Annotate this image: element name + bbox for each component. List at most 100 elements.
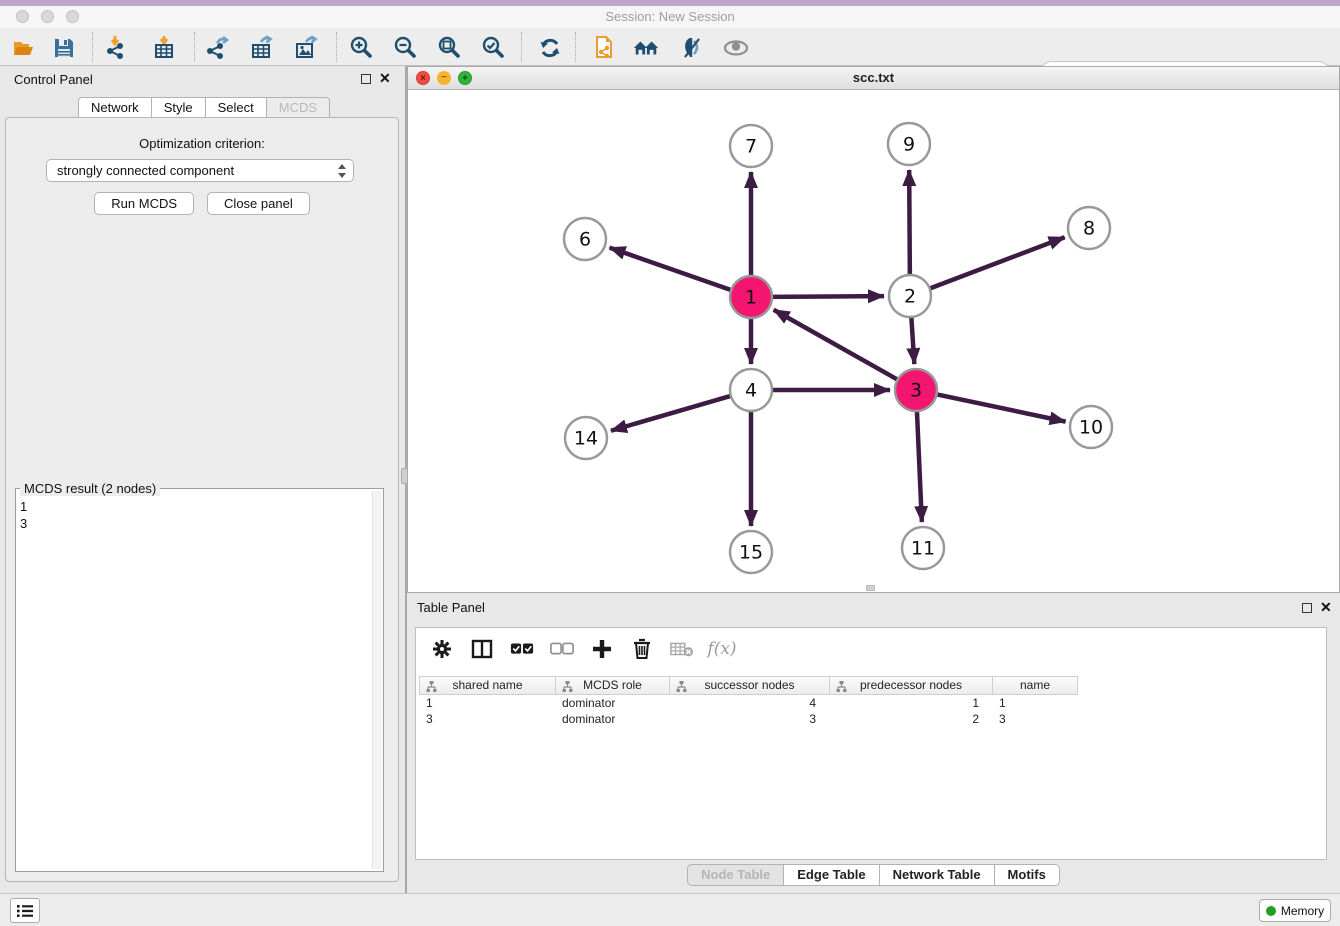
cell-name[interactable]: 3 [993, 711, 1078, 727]
close-panel-icon[interactable]: ✕ [379, 70, 391, 87]
column-header-successor-nodes[interactable]: successor nodes [670, 676, 830, 695]
task-history-button[interactable] [10, 898, 40, 923]
criterion-value: strongly connected component [57, 163, 234, 178]
zoom-fit-icon[interactable] [436, 34, 464, 62]
graph-node-10[interactable]: 10 [1070, 406, 1112, 448]
tab-style[interactable]: Style [151, 97, 205, 118]
column-view-icon[interactable] [470, 637, 494, 661]
open-session-icon[interactable] [10, 34, 38, 62]
graph-node-14[interactable]: 14 [565, 417, 607, 459]
eye-icon[interactable] [722, 34, 750, 62]
deselect-all-icon[interactable] [550, 637, 574, 661]
home-icon[interactable] [632, 34, 660, 62]
main-toolbar [0, 28, 1340, 66]
graph-node-2[interactable]: 2 [889, 275, 931, 317]
tab-motifs[interactable]: Motifs [994, 864, 1060, 886]
tab-edge-table[interactable]: Edge Table [783, 864, 878, 886]
column-header-shared-name[interactable]: shared name [419, 676, 556, 695]
add-icon[interactable] [590, 637, 614, 661]
hierarchy-icon [676, 681, 687, 692]
close-table-panel-icon[interactable]: ✕ [1320, 599, 1332, 616]
delete-icon[interactable] [630, 637, 654, 661]
graph-edge-3-11[interactable] [917, 409, 922, 522]
graph-node-7[interactable]: 7 [730, 125, 772, 167]
float-panel-icon[interactable] [361, 74, 371, 84]
close-panel-button[interactable]: Close panel [207, 192, 310, 215]
window-title: Session: New Session [0, 6, 1340, 28]
graph-node-11[interactable]: 11 [902, 527, 944, 569]
canvas-scrollbar-thumb[interactable] [866, 585, 875, 591]
column-header-mcds-role[interactable]: MCDS role [556, 676, 670, 695]
criterion-select[interactable]: strongly connected component [46, 159, 354, 182]
export-table-icon[interactable] [248, 34, 276, 62]
select-all-icon[interactable] [510, 637, 534, 661]
cell-successor-nodes[interactable]: 4 [670, 695, 830, 711]
cell-predecessor-nodes[interactable]: 1 [830, 695, 993, 711]
refresh-icon[interactable] [536, 34, 564, 62]
hierarchy-icon [836, 681, 847, 692]
toolbar-separator [575, 32, 576, 62]
toolbar-separator [194, 32, 195, 62]
run-mcds-button[interactable]: Run MCDS [94, 192, 194, 215]
mcds-result-text[interactable]: 1 3 [20, 498, 371, 869]
svg-text:4: 4 [745, 380, 757, 402]
graph-node-1[interactable]: 1 [730, 276, 772, 318]
cell-shared-name[interactable]: 3 [420, 711, 556, 727]
graph-edge-1-2[interactable] [770, 296, 884, 297]
table-row[interactable]: 1 dominator 4 1 1 [420, 695, 1322, 711]
table-row[interactable]: 3 dominator 3 2 3 [420, 711, 1322, 727]
import-network-icon[interactable] [104, 34, 132, 62]
column-header-name[interactable]: name [993, 676, 1078, 695]
graph-node-4[interactable]: 4 [730, 369, 772, 411]
toolbar-separator [521, 32, 522, 62]
svg-text:15: 15 [739, 542, 763, 564]
zoom-selected-icon[interactable] [480, 34, 508, 62]
table-toolbar: f(x) [424, 634, 734, 664]
graph-node-3[interactable]: 3 [895, 369, 937, 411]
network-view-window: × − + scc.txt 7 9 6 8 1 2 4 3 14 10 15 11 [407, 66, 1340, 593]
cell-mcds-role[interactable]: dominator [556, 711, 670, 727]
new-network-file-icon[interactable] [590, 34, 618, 62]
graph-edge-3-1[interactable] [774, 310, 900, 381]
graph-node-9[interactable]: 9 [888, 123, 930, 165]
svg-text:11: 11 [911, 538, 935, 560]
node-table-container: f(x) shared name MCDS role successor nod… [415, 627, 1327, 860]
cell-mcds-role[interactable]: dominator [556, 695, 670, 711]
graph-node-6[interactable]: 6 [564, 218, 606, 260]
result-scrollbar[interactable] [372, 491, 382, 869]
memory-status-icon [1266, 906, 1276, 916]
mcds-result-group: MCDS result (2 nodes) 1 3 [15, 488, 384, 872]
cell-shared-name[interactable]: 1 [420, 695, 556, 711]
graph-edge-1-6[interactable] [610, 248, 734, 291]
tab-node-table[interactable]: Node Table [687, 864, 783, 886]
graph-edge-2-8[interactable] [928, 237, 1065, 289]
network-graph[interactable]: 7 9 6 8 1 2 4 3 14 10 15 11 [408, 90, 1339, 592]
tab-network-table[interactable]: Network Table [879, 864, 994, 886]
memory-button[interactable]: Memory [1259, 899, 1331, 922]
svg-text:6: 6 [579, 229, 591, 251]
tab-network[interactable]: Network [78, 97, 151, 118]
svg-text:10: 10 [1079, 417, 1103, 439]
import-table-icon[interactable] [150, 34, 178, 62]
cell-name[interactable]: 1 [993, 695, 1078, 711]
cell-successor-nodes[interactable]: 3 [670, 711, 830, 727]
export-network-icon[interactable] [204, 34, 232, 62]
graph-edge-4-14[interactable] [611, 395, 733, 430]
graph-edge-3-10[interactable] [935, 394, 1066, 422]
hide-details-icon[interactable] [678, 34, 706, 62]
graph-node-8[interactable]: 8 [1068, 207, 1110, 249]
graph-edge-2-3[interactable] [911, 315, 914, 364]
graph-node-15[interactable]: 15 [730, 531, 772, 573]
tab-select[interactable]: Select [205, 97, 266, 118]
graph-edge-2-9[interactable] [909, 170, 910, 277]
save-session-icon[interactable] [50, 34, 78, 62]
gear-icon[interactable] [430, 637, 454, 661]
zoom-in-icon[interactable] [348, 34, 376, 62]
float-table-panel-icon[interactable] [1302, 603, 1312, 613]
cell-predecessor-nodes[interactable]: 2 [830, 711, 993, 727]
zoom-out-icon[interactable] [392, 34, 420, 62]
network-window-titlebar: × − + scc.txt [408, 67, 1339, 90]
export-image-icon[interactable] [292, 34, 320, 62]
column-header-predecessor-nodes[interactable]: predecessor nodes [830, 676, 993, 695]
network-canvas[interactable]: 7 9 6 8 1 2 4 3 14 10 15 11 [408, 90, 1339, 592]
